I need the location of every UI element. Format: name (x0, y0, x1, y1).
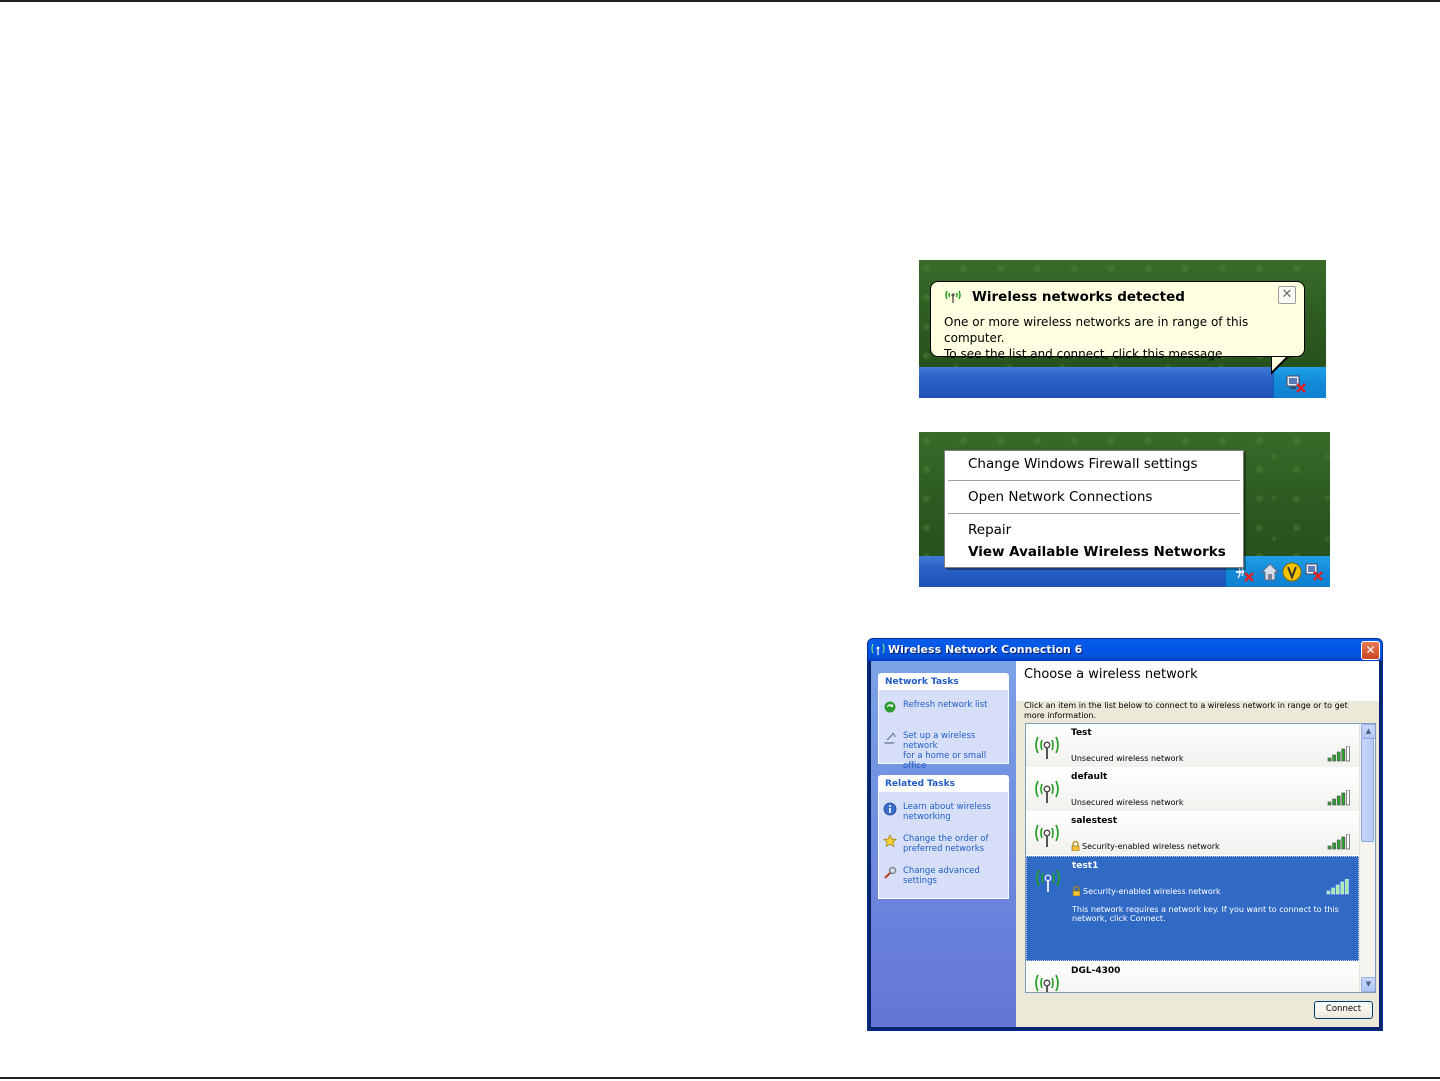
list-scrollbar[interactable]: ▲ ▼ (1359, 724, 1375, 992)
task-label-line2: for a home or small office (903, 751, 987, 771)
home-network-icon[interactable] (1260, 562, 1280, 582)
info-icon (883, 802, 897, 816)
network-connection-error-icon[interactable] (1304, 562, 1324, 582)
task-label: Refresh network list (903, 700, 988, 710)
task-change-advanced-settings[interactable]: Change advanced settings (883, 866, 1007, 888)
menu-separator (948, 513, 1240, 515)
choose-network-heading: Choose a wireless network (1024, 667, 1198, 682)
task-label-line1: Change advanced (903, 866, 980, 876)
network-list-pane: Choose a wireless network Click an item … (1016, 661, 1379, 1027)
scroll-down-button[interactable]: ▼ (1361, 977, 1375, 992)
menu-item-change-firewall-settings[interactable]: Change Windows Firewall settings (968, 456, 1198, 472)
menu-item-repair[interactable]: Repair (968, 522, 1011, 538)
network-tasks-box: Network Tasks Refresh network list Set u… (878, 673, 1009, 771)
task-label-line1: Change the order of (903, 834, 989, 844)
task-label-line2: networking (903, 812, 951, 822)
related-tasks-heading: Related Tasks (879, 776, 1008, 792)
setup-wireless-icon (884, 732, 896, 744)
balloon-screenshot: Wireless networks detected ✕ One or more… (919, 260, 1326, 398)
network-name: default (1071, 772, 1108, 782)
network-key-note: This network requires a network key. If … (1072, 905, 1339, 923)
task-label: Change advanced settings (903, 866, 980, 886)
network-security: Security-enabled wireless network (1083, 887, 1221, 896)
task-label-line2: settings (903, 876, 937, 886)
menu-item-view-available-wireless-networks[interactable]: View Available Wireless Networks (968, 544, 1226, 560)
network-row[interactable]: DGL-4300 (1026, 962, 1359, 992)
network-name: DGL-4300 (1071, 966, 1121, 976)
network-security: Unsecured wireless network (1071, 754, 1184, 763)
refresh-icon (884, 701, 896, 713)
balloon-message: One or more wireless networks are in ran… (944, 314, 1304, 362)
lock-icon (1071, 841, 1080, 851)
dialog-close-button[interactable]: ✕ (1361, 641, 1380, 660)
network-security: Security-enabled wireless network (1082, 842, 1220, 851)
top-rule (0, 0, 1440, 2)
dialog-body: Network Tasks Refresh network list Set u… (871, 661, 1379, 1027)
context-menu-screenshot: Change Windows Firewall settings Open Ne… (919, 432, 1330, 587)
settings-tools-icon (884, 866, 897, 879)
task-label-line1: Learn about wireless (903, 802, 991, 812)
signal-strength-icon (1327, 834, 1350, 850)
network-row[interactable]: Test Unsecured wireless network (1026, 724, 1359, 768)
signal-strength-icon (1327, 746, 1350, 762)
wireless-antenna-icon (1035, 736, 1059, 759)
balloon-message-line1: One or more wireless networks are in ran… (944, 315, 1249, 345)
network-row[interactable]: salestest Security-enabled wireless netwo… (1026, 812, 1359, 856)
dialog-titlebar[interactable]: Wireless Network Connection 6 ✕ (868, 639, 1382, 661)
balloon-title: Wireless networks detected (972, 289, 1185, 305)
network-row[interactable]: test1 Security-enabled wireless network Th… (1026, 856, 1359, 961)
wireless-network-list[interactable]: Test Unsecured wireless network default Uns… (1025, 723, 1376, 993)
network-name: test1 (1072, 861, 1099, 871)
wireless-antenna-icon (1035, 974, 1059, 992)
wireless-signal-icon (945, 290, 961, 303)
network-tasks-heading: Network Tasks (879, 674, 1008, 690)
lock-icon (1072, 886, 1081, 896)
dialog-title: Wireless Network Connection 6 (888, 643, 1083, 656)
wireless-network-dialog: Wireless Network Connection 6 ✕ Network … (867, 638, 1383, 1031)
network-name: salestest (1071, 816, 1118, 826)
task-change-order-preferred[interactable]: Change the order of preferred networks (883, 834, 1007, 856)
task-pane: Network Tasks Refresh network list Set u… (871, 661, 1016, 1027)
task-refresh-network-list[interactable]: Refresh network list (883, 700, 1007, 714)
star-icon (883, 834, 897, 848)
wireless-antenna-icon (1035, 780, 1059, 803)
signal-strength-icon (1327, 790, 1350, 806)
choose-network-description: Click an item in the list below to conne… (1024, 701, 1348, 720)
wireless-antenna-icon (1035, 824, 1059, 847)
related-tasks-box: Related Tasks Learn about wireless netwo… (878, 775, 1009, 899)
menu-item-open-network-connections[interactable]: Open Network Connections (968, 489, 1152, 505)
balloon-message-line2: To see the list and connect, click this … (944, 347, 1223, 361)
pane-header: Choose a wireless network (1016, 661, 1379, 701)
task-set-up-wireless-network[interactable]: Set up a wireless network for a home or … (883, 731, 1007, 771)
security-center-icon[interactable] (1282, 562, 1302, 582)
taskbar (919, 367, 1326, 398)
menu-separator (948, 480, 1240, 482)
task-learn-about-wireless[interactable]: Learn about wireless networking (883, 802, 1007, 824)
task-label: Learn about wireless networking (903, 802, 991, 822)
network-security: Unsecured wireless network (1071, 798, 1184, 807)
network-name: Test (1071, 728, 1092, 738)
signal-strength-icon (1326, 879, 1349, 895)
wireless-signal-icon (871, 643, 885, 655)
wireless-network-tray-icon[interactable] (1284, 373, 1308, 393)
task-label-line1: Set up a wireless network (903, 731, 976, 751)
network-row[interactable]: default Unsecured wireless network (1026, 768, 1359, 812)
scroll-thumb[interactable] (1361, 738, 1374, 842)
tray-context-menu: Change Windows Firewall settings Open Ne… (944, 450, 1244, 568)
scroll-up-button[interactable]: ▲ (1361, 724, 1375, 739)
wireless-antenna-icon (1036, 869, 1060, 892)
task-label-line2: preferred networks (903, 844, 985, 854)
task-label: Change the order of preferred networks (903, 834, 988, 854)
connect-button[interactable]: Connect (1314, 1001, 1373, 1019)
wireless-detected-balloon[interactable]: Wireless networks detected ✕ One or more… (930, 281, 1305, 361)
task-label: Set up a wireless network for a home or … (903, 731, 1007, 771)
balloon-close-button[interactable]: ✕ (1278, 286, 1296, 304)
bottom-rule (0, 1077, 1440, 1079)
